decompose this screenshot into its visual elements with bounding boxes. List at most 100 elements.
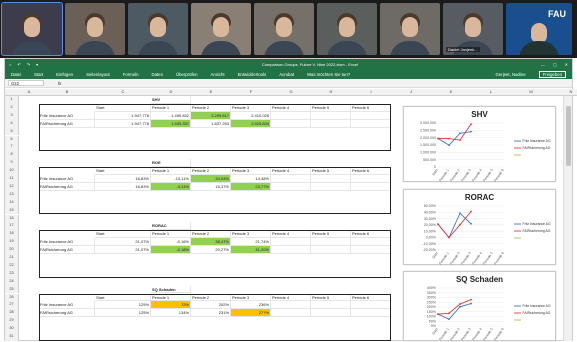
row-header[interactable]: 4 bbox=[5, 119, 19, 128]
title-bar: ⌂ ↶ ↷ ▾ Comparison Groups. Future V. Nine 2… bbox=[5, 59, 572, 69]
row-header[interactable]: 26 bbox=[5, 293, 19, 302]
column-header[interactable]: I bbox=[351, 89, 391, 96]
x-tick-label: Periode 6 bbox=[493, 327, 505, 341]
quick-access-button[interactable]: ⌂ bbox=[9, 62, 11, 67]
row-header[interactable]: 9 bbox=[5, 159, 19, 168]
fau-logo: FAU bbox=[548, 9, 566, 19]
data-point bbox=[459, 132, 461, 135]
legend-label: FAIRsicherung AG bbox=[523, 229, 551, 233]
vertical-scrollbar[interactable] bbox=[563, 96, 572, 341]
column-header[interactable]: N bbox=[551, 89, 577, 96]
row-header[interactable]: 13 bbox=[5, 190, 19, 199]
row-header[interactable]: 28 bbox=[5, 309, 19, 318]
row-header[interactable]: 12 bbox=[5, 182, 19, 191]
row-header[interactable]: 22 bbox=[5, 261, 19, 270]
window-control-button[interactable]: ▢ bbox=[553, 62, 557, 67]
row-header[interactable]: 11 bbox=[5, 175, 19, 183]
data-point bbox=[448, 318, 450, 321]
ribbon-tab[interactable]: Seitenlayout bbox=[86, 72, 110, 77]
chart-plot: 50,00% 40,00% 30,00% 20,00% 10,00% 0,00% -10,0… bbox=[423, 204, 551, 265]
row-header[interactable]: 27 bbox=[5, 301, 19, 310]
column-header[interactable]: H bbox=[311, 89, 351, 96]
row-header[interactable]: 10 bbox=[5, 167, 19, 175]
row-header[interactable]: 21 bbox=[5, 254, 19, 262]
column-header[interactable]: M bbox=[511, 89, 551, 96]
data-point bbox=[470, 222, 472, 225]
chart-plot: 3.000.000 2.500.000 2.000.000 1.500.000 1.00… bbox=[420, 121, 551, 182]
ribbon-tab[interactable]: Daten bbox=[152, 72, 163, 77]
row-header[interactable]: 14 bbox=[5, 198, 19, 207]
chart-sq-schaden[interactable]: SQ Schaden 400% 350% 300% 250% 200% 150% 100% 50… bbox=[403, 271, 556, 341]
column-header[interactable]: D bbox=[151, 89, 191, 96]
participant-video bbox=[317, 3, 377, 55]
column-header[interactable]: F bbox=[231, 89, 271, 96]
participant-video bbox=[65, 3, 125, 55]
share-button[interactable]: Freigeben bbox=[538, 70, 566, 78]
row-header[interactable]: 23 bbox=[5, 269, 19, 278]
data-point bbox=[470, 298, 472, 301]
column-header[interactable]: E bbox=[191, 89, 231, 96]
row-header[interactable]: 19 bbox=[5, 238, 19, 247]
row-header[interactable]: 17 bbox=[5, 222, 19, 231]
data-point bbox=[459, 212, 461, 215]
table-border bbox=[39, 103, 391, 152]
name-box[interactable]: G22 bbox=[8, 80, 44, 86]
row-header[interactable]: 18 bbox=[5, 230, 19, 239]
data-point bbox=[437, 137, 439, 140]
row-header[interactable]: 3 bbox=[5, 111, 19, 120]
column-header[interactable]: C bbox=[95, 89, 151, 96]
column-header[interactable]: L bbox=[471, 89, 511, 96]
row-header[interactable]: 30 bbox=[5, 325, 19, 333]
participant-face bbox=[339, 17, 355, 37]
quick-access-button[interactable]: ↶ bbox=[17, 62, 20, 67]
row-header[interactable]: 20 bbox=[5, 246, 19, 254]
y-tick-label: 2.500.000 bbox=[420, 129, 436, 133]
column-header[interactable]: G bbox=[271, 89, 311, 96]
row-header[interactable]: 29 bbox=[5, 317, 19, 326]
row-header[interactable]: 6 bbox=[5, 135, 19, 144]
row-header[interactable]: 24 bbox=[5, 277, 19, 286]
row-header[interactable]: 15 bbox=[5, 206, 19, 215]
chart-rorac[interactable]: RORAC 50,00% 40,00% 30,00% 20,00% 10,00% 0,00%… bbox=[403, 189, 556, 265]
ribbon-tab[interactable]: Acrobat bbox=[279, 72, 294, 77]
table-title: SHV bbox=[151, 96, 191, 104]
column-header[interactable]: B bbox=[39, 89, 95, 96]
row-header[interactable]: 8 bbox=[5, 151, 19, 160]
ribbon-tab[interactable]: Einfügen bbox=[56, 72, 73, 77]
row-header[interactable]: 1 bbox=[5, 96, 19, 104]
scrollbar-thumb[interactable] bbox=[566, 106, 571, 166]
column-header[interactable]: K bbox=[431, 89, 471, 96]
row-header[interactable]: 16 bbox=[5, 214, 19, 223]
row-header[interactable]: 31 bbox=[5, 333, 19, 341]
row-header[interactable]: 25 bbox=[5, 285, 19, 294]
window-control-button[interactable]: — bbox=[541, 62, 545, 67]
x-tick-label: Periode 6 bbox=[493, 168, 505, 182]
participant-body bbox=[519, 41, 559, 55]
select-all-corner[interactable] bbox=[5, 89, 19, 96]
x-tick-label: Periode 6 bbox=[493, 251, 505, 265]
column-header[interactable]: J bbox=[391, 89, 431, 96]
quick-access-button[interactable]: ▾ bbox=[36, 62, 38, 67]
participant-body bbox=[201, 41, 241, 55]
participant-face bbox=[150, 17, 166, 37]
quick-access-button[interactable]: ↷ bbox=[27, 62, 30, 67]
ribbon-tab[interactable]: Was möchten Sie tun? bbox=[307, 72, 350, 77]
ribbon-tab[interactable]: Überprüfen bbox=[176, 72, 198, 77]
ribbon-tab[interactable]: Datei bbox=[11, 72, 21, 77]
window-control-button[interactable]: ✕ bbox=[565, 62, 568, 67]
column-header[interactable]: A bbox=[19, 89, 39, 96]
ribbon-tab[interactable]: Entwicklertools bbox=[238, 72, 267, 77]
row-header[interactable]: 7 bbox=[5, 143, 19, 152]
row-header[interactable]: 5 bbox=[5, 127, 19, 136]
y-tick-label: -10,00% bbox=[423, 242, 437, 246]
chart-shv[interactable]: SHV 3.000.000 2.500.000 2.000.000 1.500.000 1… bbox=[403, 106, 556, 182]
data-point bbox=[470, 302, 472, 305]
participant-body bbox=[327, 41, 367, 55]
user-name[interactable]: Gerjeet, Nadine bbox=[496, 72, 526, 77]
row-header[interactable]: 2 bbox=[5, 103, 19, 112]
ribbon-tab[interactable]: Start bbox=[34, 72, 43, 77]
ribbon-tab[interactable]: Formeln bbox=[123, 72, 139, 77]
table-title: ROE bbox=[151, 159, 191, 168]
legend-label: Fritz Insurance AG bbox=[523, 304, 551, 308]
ribbon-tab[interactable]: Ansicht bbox=[210, 72, 224, 77]
